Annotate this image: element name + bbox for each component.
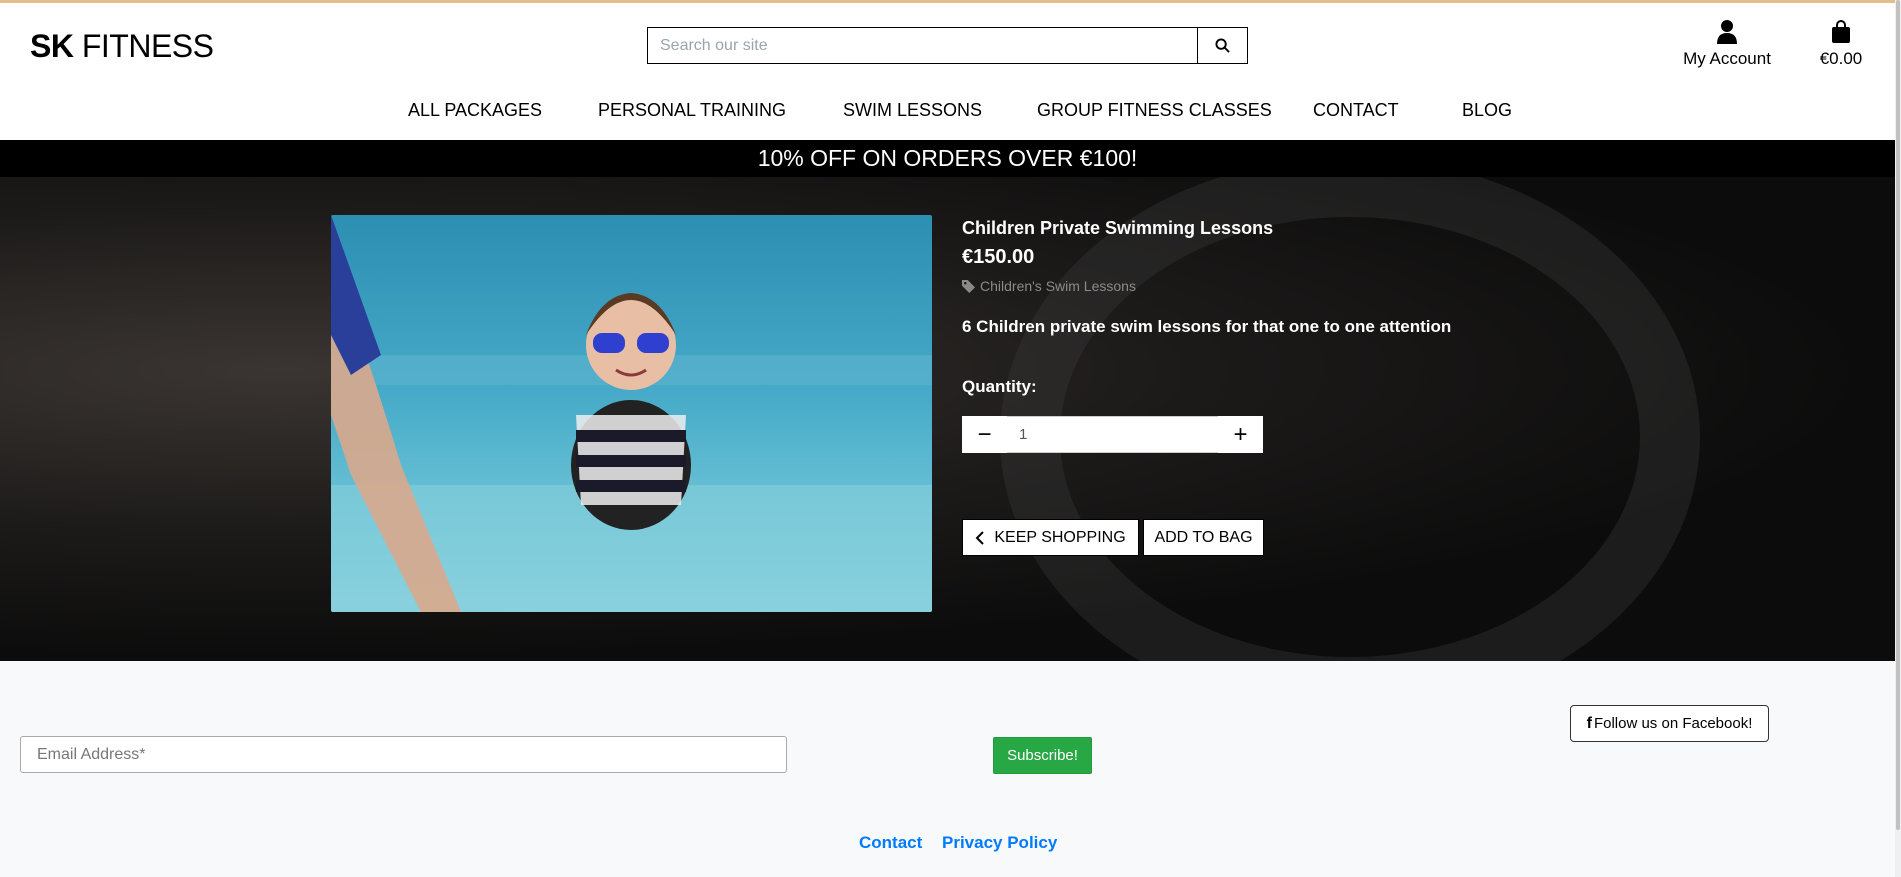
tag-icon — [962, 279, 975, 293]
email-field[interactable] — [20, 736, 787, 773]
my-account-link[interactable]: My Account — [1677, 20, 1777, 69]
increment-button[interactable]: + — [1218, 416, 1263, 453]
shopping-bag-link[interactable]: €0.00 — [1806, 20, 1876, 69]
nav-contact[interactable]: CONTACT — [1313, 100, 1399, 121]
keep-shopping-button[interactable]: KEEP SHOPPING — [962, 519, 1139, 556]
product-hero — [0, 177, 1895, 661]
facebook-icon: f — [1586, 714, 1592, 732]
main-nav: ALL PACKAGES PERSONAL TRAINING SWIM LESS… — [0, 98, 1901, 140]
quantity-input[interactable] — [1007, 416, 1218, 453]
nav-all-packages[interactable]: ALL PACKAGES — [408, 100, 542, 121]
plus-icon: + — [1233, 420, 1248, 448]
scrollbar-thumb[interactable] — [1896, 0, 1900, 830]
top-accent-line — [0, 0, 1901, 3]
footer-link-privacy-policy[interactable]: Privacy Policy — [942, 833, 1057, 853]
product-price: €150.00 — [962, 246, 1035, 268]
scrollbar[interactable] — [1895, 0, 1901, 877]
nav-personal-training[interactable]: PERSONAL TRAINING — [598, 100, 786, 121]
footer: Subscribe! fFollow us on Facebook! Conta… — [0, 661, 1895, 877]
search-icon — [1215, 38, 1230, 53]
user-icon — [1717, 20, 1737, 44]
add-to-bag-button[interactable]: ADD TO BAG — [1143, 519, 1264, 556]
product-image — [331, 215, 932, 612]
product-category-link[interactable]: Children's Swim Lessons — [962, 278, 1136, 294]
search-form — [647, 27, 1248, 64]
promo-banner: 10% OFF ON ORDERS OVER €100! — [0, 140, 1895, 177]
search-button[interactable] — [1197, 28, 1247, 63]
nav-blog[interactable]: BLOG — [1462, 100, 1512, 121]
site-logo[interactable]: SK FITNESS — [30, 28, 214, 65]
search-input[interactable] — [648, 28, 1197, 63]
shopping-bag-icon — [1832, 20, 1850, 43]
minus-icon: − — [977, 420, 992, 448]
quantity-stepper: − + — [962, 416, 1263, 453]
decrement-button[interactable]: − — [962, 416, 1007, 453]
facebook-button[interactable]: f Follow us on Facebook! — [1570, 705, 1769, 742]
chevron-left-icon — [975, 530, 985, 545]
subscribe-button[interactable]: Subscribe! — [993, 737, 1092, 774]
nav-group-fitness-classes[interactable]: GROUP FITNESS CLASSES — [1037, 100, 1272, 121]
product-description: 6 Children private swim lessons for that… — [962, 317, 1452, 336]
quantity-label: Quantity: — [962, 377, 1037, 396]
nav-swim-lessons[interactable]: SWIM LESSONS — [843, 100, 982, 121]
footer-link-contact[interactable]: Contact — [859, 833, 922, 853]
product-name: Children Private Swimming Lessons — [962, 218, 1274, 238]
